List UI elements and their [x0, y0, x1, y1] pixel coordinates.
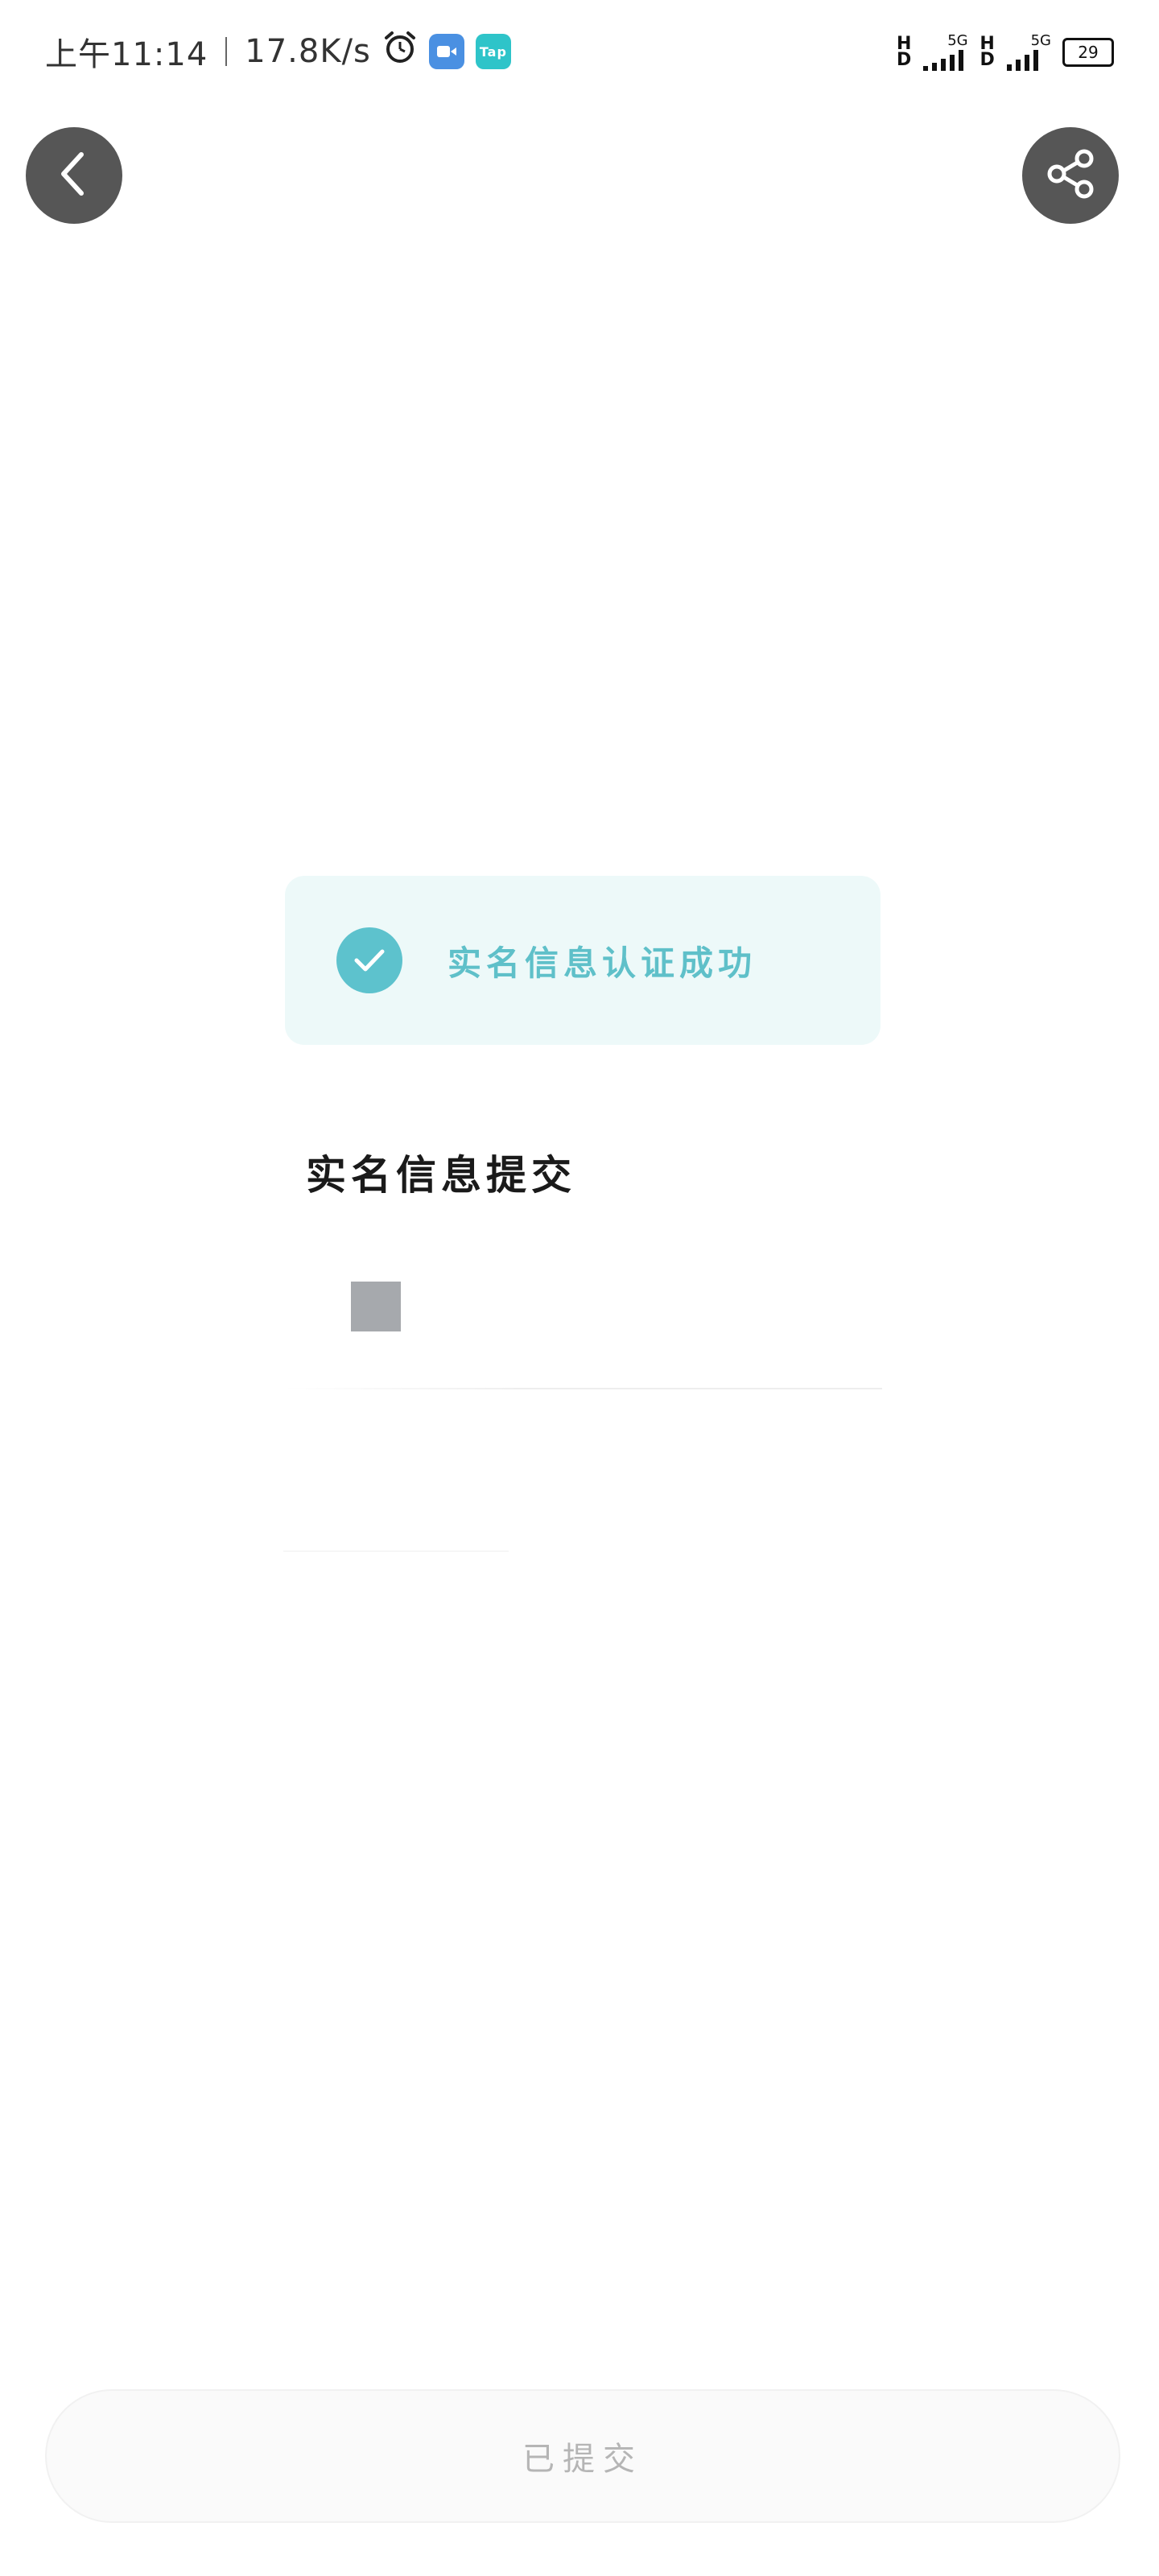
- network-type-1: 5G: [947, 32, 968, 49]
- battery-level: 29: [1078, 43, 1099, 62]
- signal-bars-icon: [1006, 50, 1038, 71]
- status-bar: 上午11:14 17.8K/s Tap H D 5G H D 5G 29: [0, 0, 1159, 103]
- submitted-button[interactable]: 已提交: [45, 2389, 1120, 2523]
- share-icon: [1042, 146, 1099, 205]
- hd-label-2: H D: [980, 34, 995, 70]
- status-right: H D 5G H D 5G 29: [896, 32, 1114, 72]
- network-speed: 17.8K/s: [245, 33, 371, 70]
- tap-app-icon: Tap: [475, 34, 511, 69]
- share-button[interactable]: [1022, 127, 1119, 224]
- signal-strength-2: 5G: [1006, 32, 1051, 71]
- section-title: 实名信息提交: [306, 1151, 576, 1199]
- status-separator: [225, 37, 228, 66]
- chevron-left-icon: [54, 150, 94, 201]
- status-time: 上午11:14: [45, 36, 208, 73]
- signal-bars-icon: [923, 50, 964, 71]
- back-button[interactable]: [26, 127, 122, 224]
- signal-strength-1: 5G: [923, 32, 968, 71]
- video-camera-icon: [428, 34, 464, 69]
- verification-success-banner: 实名信息认证成功: [285, 876, 881, 1045]
- image-placeholder: [351, 1282, 401, 1331]
- network-type-2: 5G: [1030, 32, 1051, 49]
- battery-icon: 29: [1062, 38, 1114, 67]
- alarm-clock-icon: [382, 30, 418, 73]
- success-message: 实名信息认证成功: [448, 943, 757, 983]
- checkmark-icon: [336, 927, 402, 993]
- divider: [283, 1388, 882, 1389]
- status-left: 上午11:14 17.8K/s Tap: [45, 29, 511, 74]
- divider: [283, 1550, 509, 1552]
- hd-label-1: H D: [896, 34, 912, 70]
